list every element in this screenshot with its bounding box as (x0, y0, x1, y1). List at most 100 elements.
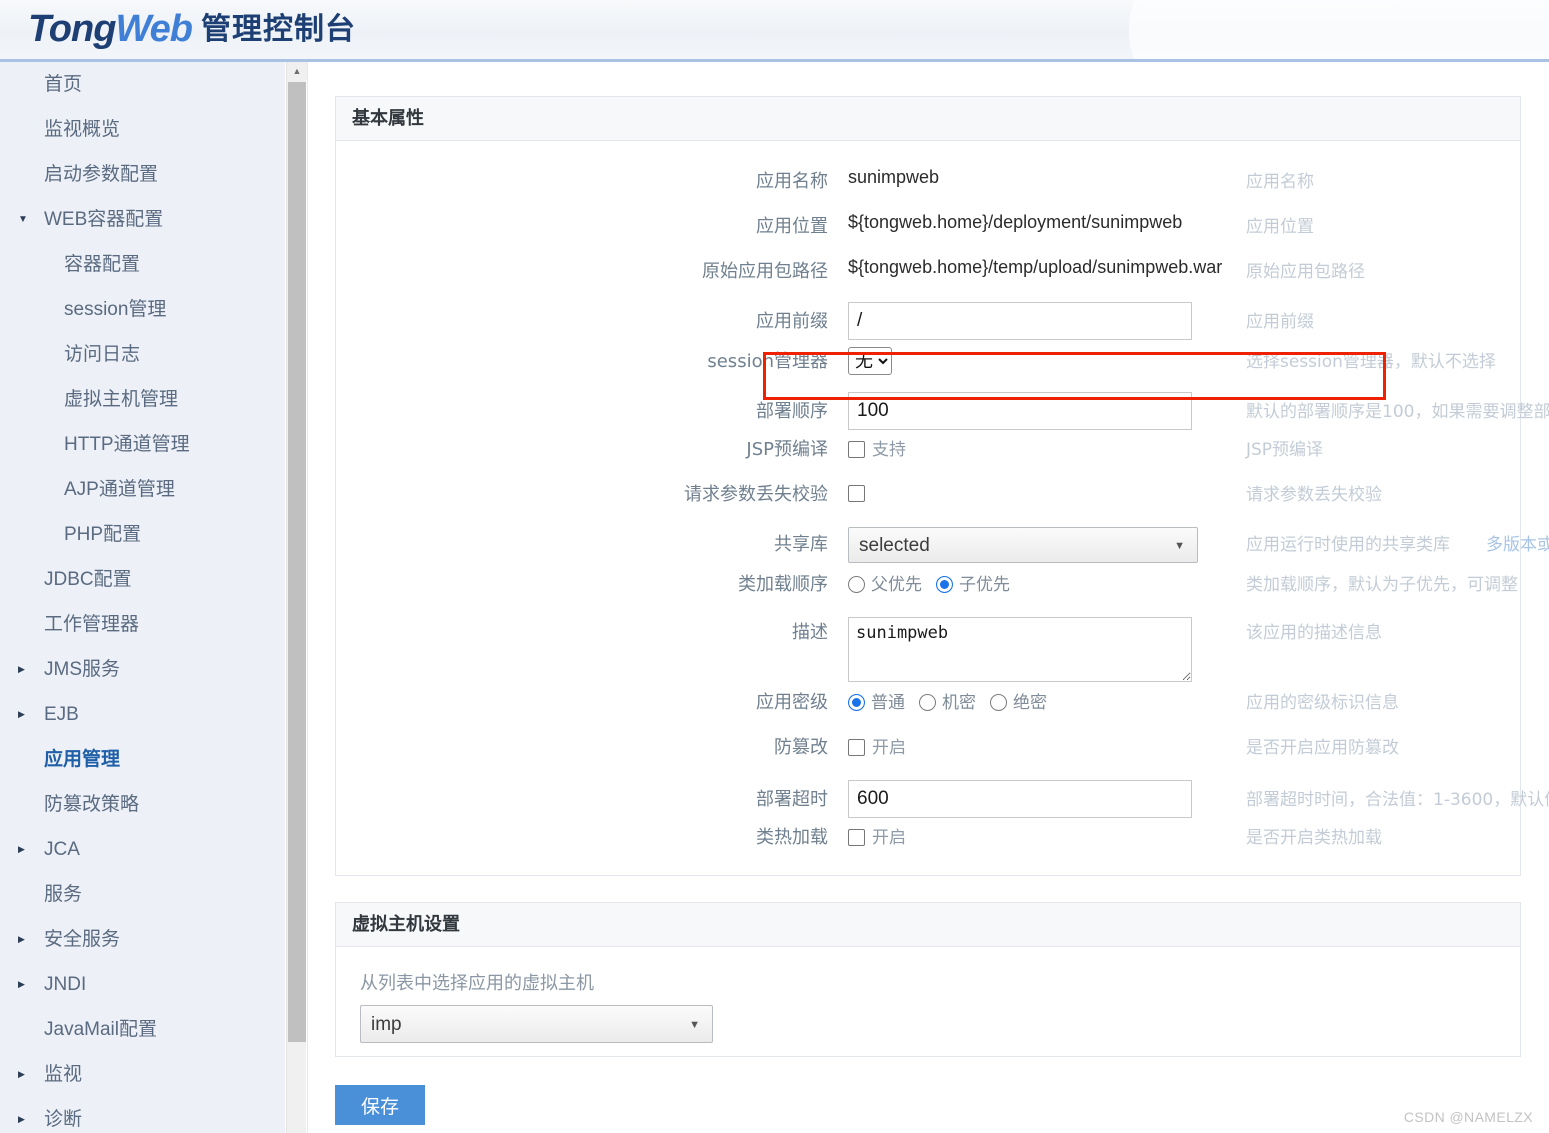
chevron-right-icon[interactable] (18, 692, 32, 737)
chevron-right-icon[interactable] (18, 917, 32, 962)
label-app-package-path: 原始应用包路径 (336, 257, 828, 283)
shared-library-select[interactable]: selected (848, 527, 1198, 563)
security-level-normal-radio[interactable] (848, 694, 865, 711)
virtual-host-panel: 虚拟主机设置 从列表中选择应用的虚拟主机 imp (335, 902, 1521, 1057)
vhost-panel-body: 从列表中选择应用的虚拟主机 imp (336, 947, 1520, 1057)
sidebar-item-9[interactable]: AJP通道管理 (0, 467, 285, 512)
sidebar-item-14[interactable]: EJB (0, 692, 285, 737)
help-app-package-path: 原始应用包路径 (1246, 257, 1365, 282)
sidebar-item-11[interactable]: JDBC配置 (0, 557, 285, 602)
vhost-selected-value: imp (371, 1014, 402, 1035)
sidebar-item-3[interactable]: WEB容器配置 (0, 197, 285, 242)
sidebar-item-label: session管理 (64, 287, 166, 332)
basic-properties-panel: 基本属性 应用名称 sunimpweb 应用名称 应用位置 ${tongweb.… (335, 96, 1521, 876)
sidebar-item-12[interactable]: 工作管理器 (0, 602, 285, 647)
chevron-right-icon[interactable] (18, 647, 32, 692)
label-deploy-timeout: 部署超时 (336, 780, 828, 820)
help-hot-reload: 是否开启类热加载 (1246, 825, 1382, 851)
deploy-timeout-input[interactable] (848, 780, 1192, 818)
sidebar-item-0[interactable]: 首页 (0, 62, 285, 107)
security-level-topsecret-radio[interactable] (990, 694, 1007, 711)
jsp-precompile-checkbox[interactable] (848, 441, 865, 458)
security-level-confidential-label: 机密 (942, 693, 976, 713)
sidebar-item-label: 虚拟主机管理 (64, 377, 178, 422)
label-description: 描述 (336, 617, 828, 649)
help-param-loss-check: 请求参数丢失校验 (1246, 482, 1382, 508)
main-content: 基本属性 应用名称 sunimpweb 应用名称 应用位置 ${tongweb.… (308, 62, 1549, 1133)
sidebar-item-10[interactable]: PHP配置 (0, 512, 285, 557)
deploy-order-input[interactable] (848, 392, 1192, 430)
sidebar-item-5[interactable]: session管理 (0, 287, 285, 332)
vhost-select[interactable]: imp (360, 1005, 713, 1043)
label-hot-reload: 类热加载 (336, 825, 828, 851)
sidebar-item-label: JMS服务 (44, 647, 120, 692)
anti-tamper-checkbox-label: 开启 (872, 738, 906, 758)
sidebar-item-label: 工作管理器 (44, 602, 139, 647)
param-loss-check-checkbox[interactable] (848, 485, 865, 502)
sidebar-item-1[interactable]: 监视概览 (0, 107, 285, 152)
sidebar-item-4[interactable]: 容器配置 (0, 242, 285, 287)
sidebar-item-20[interactable]: JNDI (0, 962, 285, 1007)
scroll-up-arrow-icon[interactable] (287, 62, 307, 80)
sidebar-item-18[interactable]: 服务 (0, 872, 285, 917)
sidebar-scrollbar-thumb[interactable] (288, 82, 306, 1042)
sidebar-item-label: HTTP通道管理 (64, 422, 190, 467)
sidebar-item-label: 监视 (44, 1052, 82, 1097)
label-app-location: 应用位置 (336, 212, 828, 238)
sidebar-item-2[interactable]: 启动参数配置 (0, 152, 285, 197)
sidebar-item-6[interactable]: 访问日志 (0, 332, 285, 377)
sidebar-scrollbar-track[interactable] (286, 62, 306, 1133)
save-button[interactable]: 保存 (335, 1085, 425, 1125)
sidebar-item-23[interactable]: 诊断 (0, 1097, 285, 1133)
sidebar-item-8[interactable]: HTTP通道管理 (0, 422, 285, 467)
chevron-right-icon[interactable] (18, 827, 32, 872)
sidebar-item-16[interactable]: 防篡改策略 (0, 782, 285, 827)
class-order-parent-radio[interactable] (848, 576, 865, 593)
chevron-right-icon[interactable] (18, 1097, 32, 1133)
sidebar-item-label: 安全服务 (44, 917, 120, 962)
row-description: 描述 sunimpweb 该应用的描述信息 (336, 617, 1520, 689)
sidebar-nav: 首页监视概览启动参数配置WEB容器配置容器配置session管理访问日志虚拟主机… (0, 62, 285, 1133)
chevron-down-icon (689, 1006, 700, 1043)
chevron-right-icon[interactable] (18, 962, 32, 1007)
help-shared-library-text: 应用运行时使用的共享类库 (1246, 535, 1450, 555)
help-security-level: 应用的密级标识信息 (1246, 690, 1399, 716)
session-manager-select[interactable]: 无 (848, 347, 892, 375)
description-textarea[interactable]: sunimpweb (848, 617, 1192, 682)
anti-tamper-checkbox[interactable] (848, 739, 865, 756)
sidebar-item-label: JDBC配置 (44, 557, 132, 602)
hot-reload-checkbox[interactable] (848, 829, 865, 846)
sidebar-item-13[interactable]: JMS服务 (0, 647, 285, 692)
security-level-normal-label: 普通 (871, 693, 905, 713)
row-shared-library: 共享库 selected 应用运行时使用的共享类库多版本或冗余类检测 (336, 527, 1520, 572)
sidebar-item-19[interactable]: 安全服务 (0, 917, 285, 962)
sidebar-item-label: 首页 (44, 62, 82, 107)
basic-panel-title: 基本属性 (336, 97, 1520, 141)
brand-subtitle: 管理控制台 (201, 12, 356, 47)
multi-version-detect-link[interactable]: 多版本或冗余类检测 (1486, 535, 1549, 555)
chevron-down-icon (1174, 528, 1185, 563)
app-prefix-input[interactable] (848, 302, 1192, 340)
sidebar-item-label: EJB (44, 692, 79, 737)
sidebar-item-7[interactable]: 虚拟主机管理 (0, 377, 285, 422)
label-security-level: 应用密级 (336, 690, 828, 716)
label-class-load-order: 类加载顺序 (336, 572, 828, 598)
sidebar-item-label: JCA (44, 827, 80, 872)
sidebar-item-label: 防篡改策略 (44, 782, 139, 827)
jsp-precompile-checkbox-label: 支持 (872, 440, 906, 460)
label-shared-library: 共享库 (336, 527, 828, 563)
help-jsp-precompile: JSP预编译 (1246, 437, 1323, 463)
chevron-right-icon[interactable] (18, 1052, 32, 1097)
sidebar-item-label: JavaMail配置 (44, 1007, 157, 1052)
shared-library-selected-value: selected (859, 535, 930, 556)
sidebar-item-15[interactable]: 应用管理 (0, 737, 285, 782)
sidebar-item-21[interactable]: JavaMail配置 (0, 1007, 285, 1052)
label-jsp-precompile: JSP预编译 (336, 437, 828, 463)
chevron-down-icon[interactable] (18, 197, 32, 242)
row-app-location: 应用位置 ${tongweb.home}/deployment/sunimpwe… (336, 212, 1520, 257)
sidebar-item-17[interactable]: JCA (0, 827, 285, 872)
class-order-child-radio[interactable] (936, 576, 953, 593)
label-param-loss-check: 请求参数丢失校验 (336, 482, 828, 508)
security-level-confidential-radio[interactable] (919, 694, 936, 711)
sidebar-item-22[interactable]: 监视 (0, 1052, 285, 1097)
